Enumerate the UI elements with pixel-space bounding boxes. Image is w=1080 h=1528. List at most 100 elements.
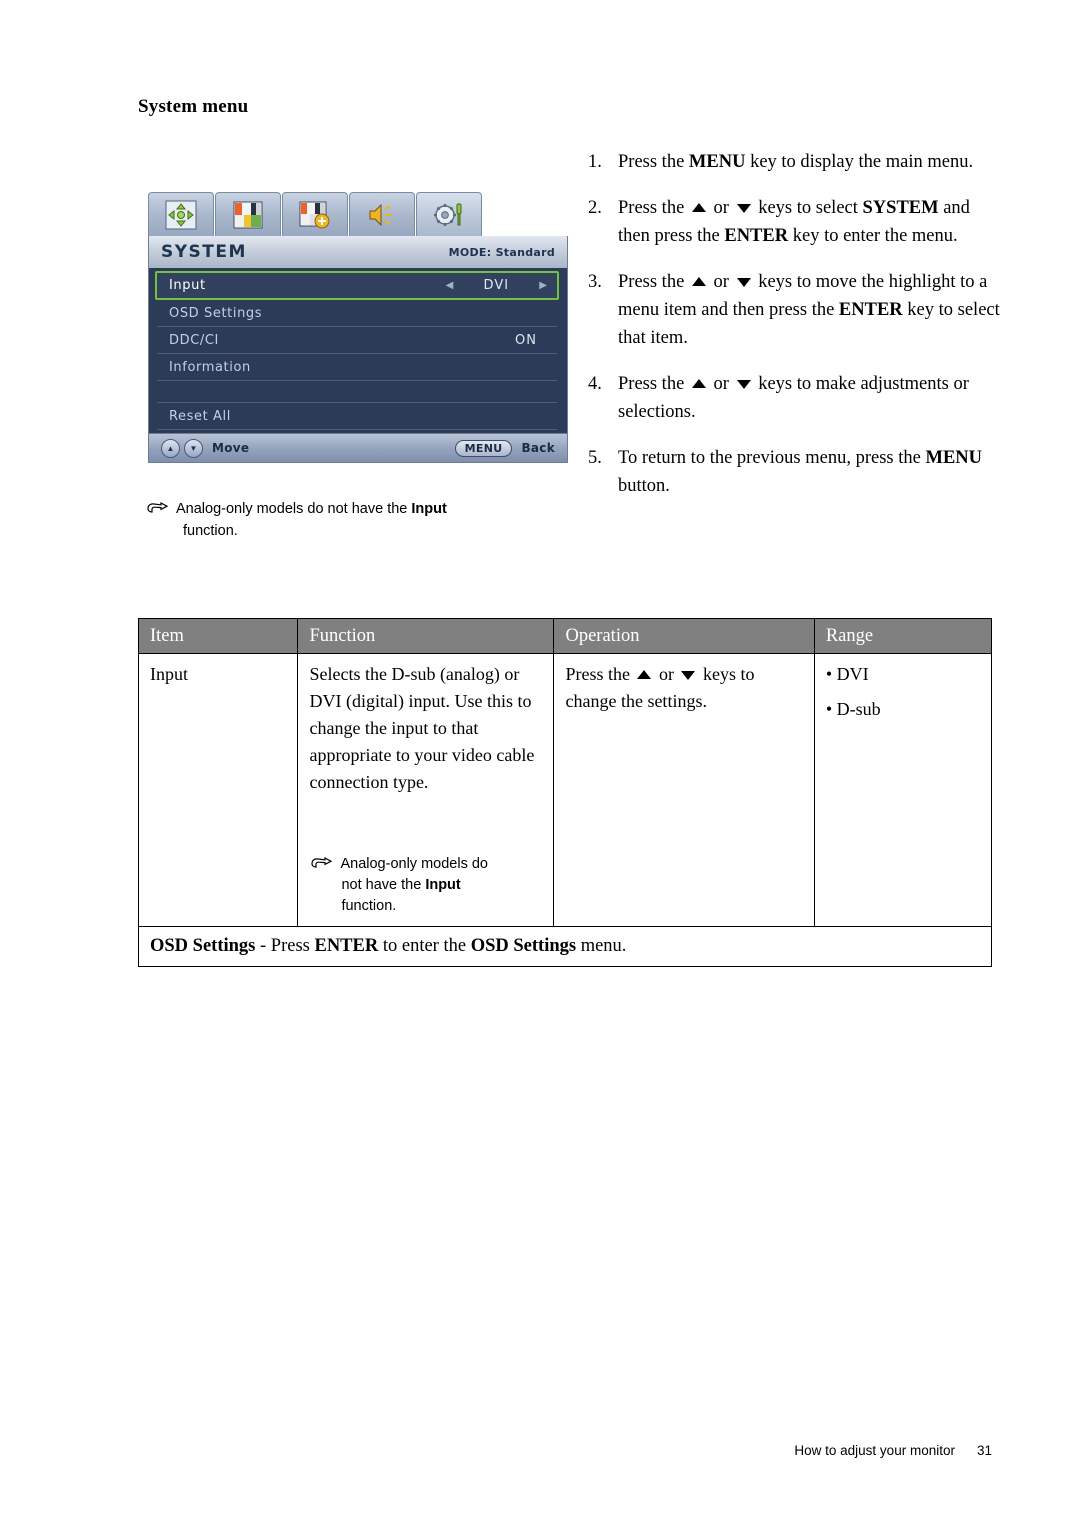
cell-item: Input bbox=[137, 653, 299, 927]
emphasis-text: OSD Settings bbox=[150, 936, 256, 956]
osd-back-label: Back bbox=[521, 441, 555, 455]
step-text: Press the or keys to select SYSTEM and t… bbox=[618, 194, 1000, 250]
body-text: key to enter the menu. bbox=[788, 226, 958, 246]
osd-settings-note: OSD Settings - Press ENTER to enter the … bbox=[138, 926, 992, 967]
osd-move-label: Move bbox=[212, 441, 250, 455]
osd-tab-audio[interactable] bbox=[349, 192, 415, 236]
instruction-step-5: 5. To return to the previous menu, press … bbox=[588, 444, 1000, 500]
osd-item-information[interactable]: Information bbox=[157, 354, 557, 381]
header-range: Range bbox=[813, 618, 993, 654]
cell-function: Selects the D-sub (analog) or DVI (digit… bbox=[297, 653, 555, 927]
osd-item-value: ON bbox=[515, 332, 537, 348]
range-option-dvi: • DVI bbox=[825, 664, 869, 684]
body-text: menu. bbox=[576, 936, 627, 956]
osd-title-bar: SYSTEM MODE: Standard bbox=[148, 236, 568, 268]
osd-back-hint: MENU Back bbox=[454, 439, 555, 457]
step-text: Press the or keys to move the highlight … bbox=[618, 268, 1000, 352]
pointing-hand-icon bbox=[311, 857, 333, 868]
osd-item-spacer bbox=[157, 381, 557, 403]
emphasis-text: ENTER bbox=[724, 226, 789, 246]
function-note: Analog-only models do not have the Input… bbox=[309, 854, 543, 917]
range-option-dsub: • D-sub bbox=[825, 699, 881, 719]
osd-tab-picture-advanced[interactable] bbox=[282, 192, 348, 236]
up-arrow-icon[interactable]: ▲ bbox=[161, 438, 180, 458]
page-title: System menu bbox=[138, 96, 249, 117]
step-number: 1. bbox=[588, 152, 602, 172]
step-text: Press the MENU key to display the main m… bbox=[618, 148, 1000, 176]
cell-range: • DVI • D-sub bbox=[813, 653, 993, 927]
osd-item-value: DVI bbox=[483, 278, 510, 293]
osd-tab-system[interactable] bbox=[416, 192, 482, 236]
function-note-l1: Analog-only models do bbox=[340, 856, 488, 872]
up-arrow-icon bbox=[691, 379, 706, 389]
osd-item-osd-settings[interactable]: OSD Settings bbox=[157, 300, 557, 327]
osd-item-ddc-ci[interactable]: DDC/CI ON bbox=[157, 327, 557, 354]
osd-tab-display[interactable] bbox=[148, 192, 214, 236]
osd-item-value-group: ◀ DVI ▶ bbox=[446, 278, 557, 293]
picture-advanced-icon bbox=[299, 201, 330, 228]
header-function: Function bbox=[297, 618, 555, 654]
osd-menu-title: SYSTEM bbox=[161, 242, 247, 262]
osd-tab-picture[interactable] bbox=[215, 192, 281, 236]
up-arrow-icon bbox=[691, 203, 706, 213]
emphasis-text: ENTER bbox=[314, 936, 379, 956]
footer-page-number: 31 bbox=[976, 1443, 992, 1458]
up-arrow-icon bbox=[637, 670, 652, 680]
emphasis-text: MENU bbox=[925, 448, 983, 468]
chevron-right-icon[interactable]: ▶ bbox=[539, 280, 547, 291]
osd-menu-list: Input ◀ DVI ▶ OSD Settings DDC/CI ON Informatio… bbox=[148, 268, 568, 433]
note-text-b: function. bbox=[183, 523, 238, 539]
function-note-bold: Input bbox=[425, 877, 461, 893]
body-text: Press the bbox=[565, 664, 635, 684]
footer-label: How to adjust your monitor bbox=[794, 1443, 955, 1458]
down-arrow-icon[interactable]: ▼ bbox=[184, 438, 203, 458]
body-text: or bbox=[708, 272, 734, 292]
step-number: 4. bbox=[588, 374, 602, 394]
step-text: Press the or keys to make adjustments or… bbox=[618, 370, 1000, 426]
table-row-osd-settings: OSD Settings - Press ENTER to enter the … bbox=[138, 926, 992, 967]
osd-move-hint: ▲ ▼ Move bbox=[161, 438, 250, 458]
instruction-step-3: 3. Press the or keys to move the highligh… bbox=[588, 268, 1000, 352]
cell-operation: Press the or keys to change the settings… bbox=[553, 653, 815, 927]
display-position-icon bbox=[165, 200, 197, 229]
instruction-step-2: 2. Press the or keys to select SYSTEM and… bbox=[588, 194, 1000, 250]
step-number: 3. bbox=[588, 272, 602, 292]
table-header-row: Item Function Operation Range bbox=[137, 618, 993, 654]
osd-tab-bar bbox=[148, 186, 568, 236]
osd-item-label: Information bbox=[169, 359, 251, 375]
down-arrow-icon bbox=[736, 203, 751, 213]
picture-icon bbox=[233, 201, 263, 228]
osd-item-value-group: ON bbox=[505, 333, 557, 348]
audio-icon bbox=[369, 203, 392, 226]
emphasis-text: MENU bbox=[688, 152, 746, 172]
body-text: or bbox=[708, 374, 734, 394]
step-number: 2. bbox=[588, 198, 602, 218]
emphasis-text: OSD Settings bbox=[470, 936, 577, 956]
note-bold-input: Input bbox=[411, 501, 447, 517]
body-text: Press the bbox=[618, 272, 689, 292]
function-description: Selects the D-sub (analog) or DVI (digit… bbox=[309, 664, 535, 792]
pointing-hand-icon bbox=[147, 502, 169, 513]
header-operation: Operation bbox=[553, 618, 815, 654]
down-arrow-icon bbox=[736, 379, 751, 389]
instruction-step-4: 4. Press the or keys to make adjustments … bbox=[588, 370, 1000, 426]
osd-item-input[interactable]: Input ◀ DVI ▶ bbox=[155, 271, 559, 300]
menu-button[interactable]: MENU bbox=[454, 439, 513, 457]
chevron-left-icon[interactable]: ◀ bbox=[446, 280, 454, 291]
settings-table: Item Function Operation Range Input Sele… bbox=[137, 618, 993, 967]
body-text: - Press bbox=[255, 936, 315, 956]
function-note-l3: function. bbox=[341, 898, 397, 914]
emphasis-text: SYSTEM bbox=[862, 198, 939, 218]
down-arrow-icon bbox=[736, 277, 751, 287]
osd-item-label: DDC/CI bbox=[169, 332, 219, 348]
down-arrow-icon bbox=[681, 670, 696, 680]
up-arrow-icon bbox=[691, 277, 706, 287]
body-text: key to display the main menu. bbox=[745, 152, 974, 172]
body-text: or bbox=[708, 198, 734, 218]
body-text: or bbox=[654, 664, 679, 684]
table-row: Input Selects the D-sub (analog) or DVI … bbox=[137, 653, 993, 927]
osd-menu-illustration: SYSTEM MODE: Standard Input ◀ DVI ▶ OSD Sett… bbox=[148, 186, 568, 466]
osd-item-reset-all[interactable]: Reset All bbox=[157, 403, 557, 430]
body-text: To return to the previous menu, press th… bbox=[618, 448, 926, 468]
note-analog-only: Analog-only models do not have the Input… bbox=[145, 498, 545, 542]
